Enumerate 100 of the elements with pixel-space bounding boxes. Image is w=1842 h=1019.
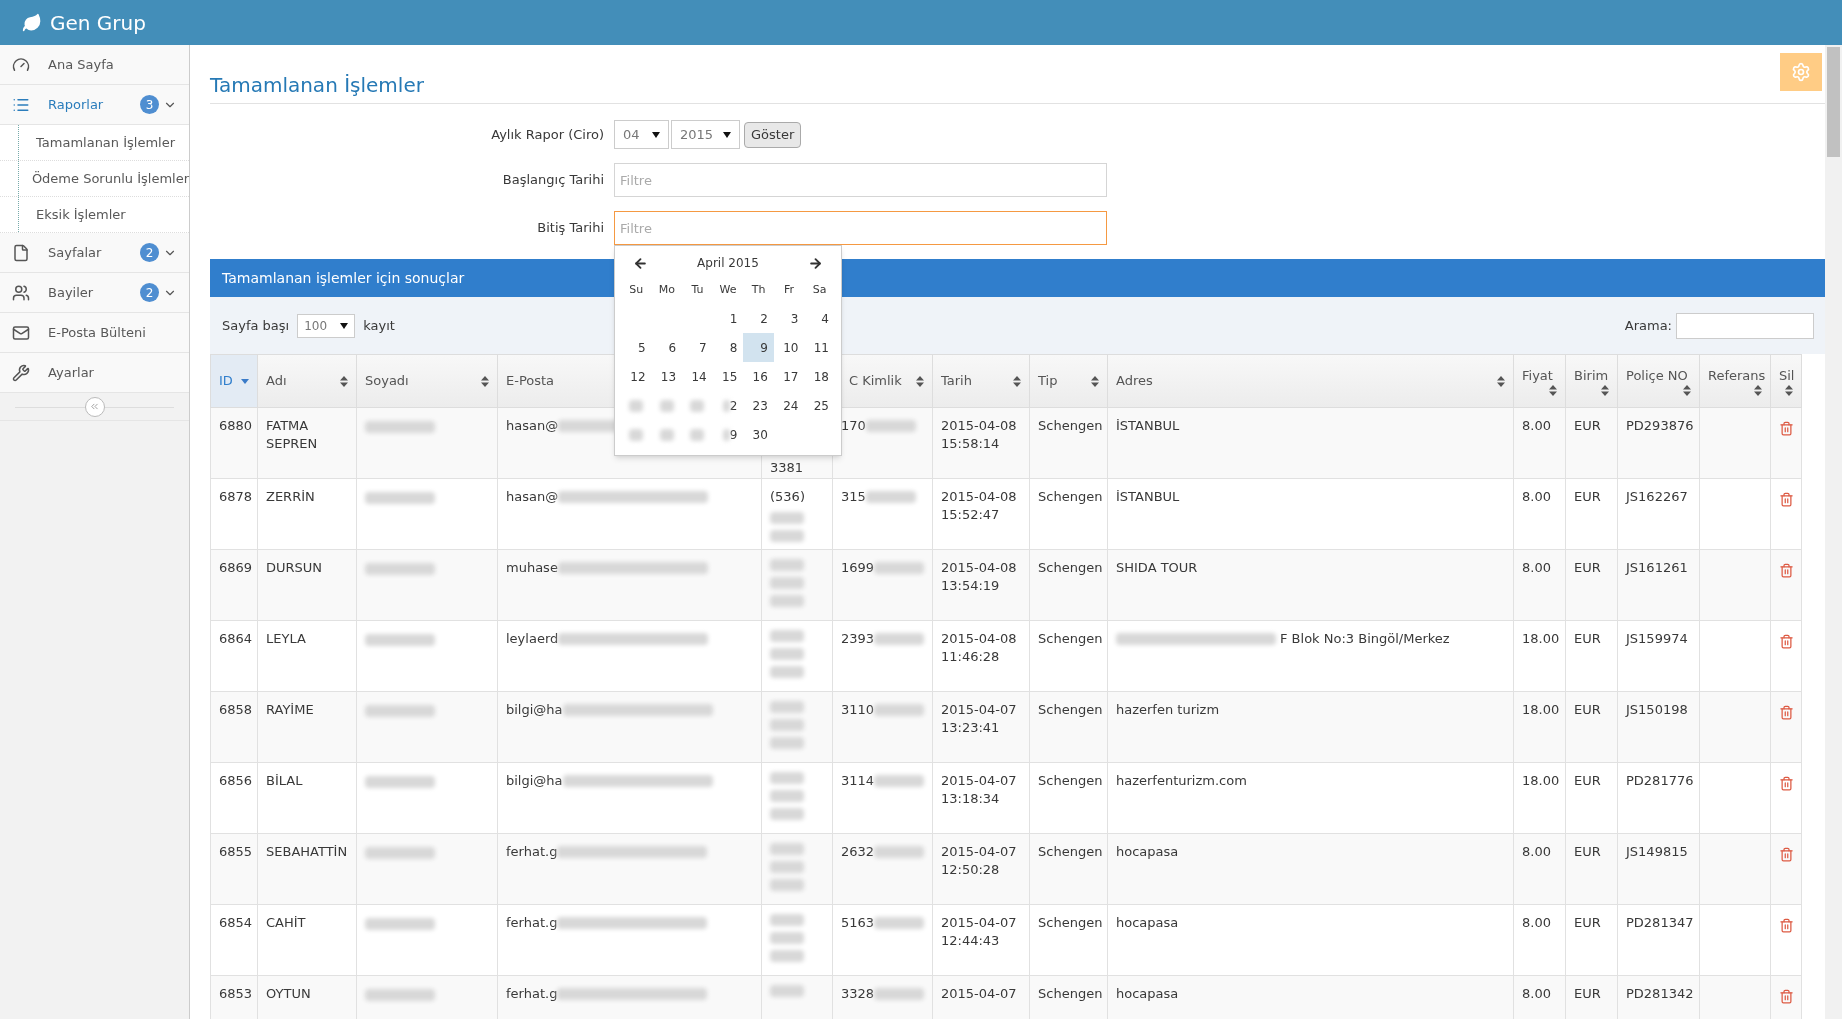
cell-text: İSTANBUL — [1116, 489, 1180, 504]
weekday-label: Th — [750, 282, 767, 298]
file-icon — [12, 243, 30, 262]
cell-text: 8.00 — [1522, 489, 1551, 504]
delete-icon[interactable] — [1778, 563, 1794, 578]
cell-text: ferhat.g — [506, 985, 558, 1003]
cell-text: LEYLA — [266, 631, 306, 646]
cell-text: EUR — [1574, 631, 1601, 646]
weekday-label: We — [718, 282, 738, 298]
month-select[interactable]: 04 — [614, 120, 669, 149]
column-header[interactable]: ID — [210, 354, 258, 408]
cell-text: SHIDA TOUR — [1116, 560, 1198, 575]
cell-text: BİLAL — [266, 773, 303, 788]
calendar-day[interactable]: 9 — [743, 333, 774, 362]
cell-text: 8.00 — [1522, 844, 1551, 859]
delete-icon[interactable] — [1778, 492, 1794, 507]
cell-text: 8.00 — [1522, 560, 1551, 575]
cell-text: EUR — [1574, 773, 1601, 788]
cell-text: Schengen — [1038, 844, 1103, 859]
delete-icon[interactable] — [1778, 705, 1794, 720]
delete-icon[interactable] — [1778, 989, 1794, 1004]
sort-icon — [1601, 385, 1609, 397]
cell-text: hasan@ — [506, 488, 559, 506]
cell-text: F Blok No:3 Bingöl/Merkez — [1280, 630, 1450, 648]
cell-text: DURSUN — [266, 560, 323, 575]
column-header[interactable]: Adres — [1107, 354, 1514, 408]
cell-text: 6864 — [219, 631, 253, 646]
cell-text: EUR — [1574, 560, 1601, 575]
cell-text: 2015-04-08 11:46:28 — [941, 631, 1017, 664]
cell-text: 6869 — [219, 560, 253, 575]
caret-icon — [340, 322, 349, 329]
delete-icon[interactable] — [1778, 918, 1794, 933]
delete-icon[interactable] — [1778, 634, 1794, 649]
cell-text: 3110 — [841, 701, 875, 719]
cell-text: 2015-04-08 15:52:47 — [941, 489, 1017, 522]
column-header[interactable]: Sil — [1770, 354, 1802, 408]
double-chevron-icon — [89, 401, 100, 412]
cell-text: EUR — [1574, 418, 1601, 433]
sort-icon — [340, 375, 348, 387]
sidebar-item[interactable]: Sayfalar 2 — [0, 233, 189, 273]
column-header[interactable]: Poliçe NO — [1617, 354, 1700, 408]
cell-text: JS159974 — [1626, 631, 1688, 646]
cell-text: ferhat.g — [506, 843, 558, 861]
date-field[interactable]: Filtre — [614, 211, 1107, 245]
scrollbar[interactable] — [1825, 45, 1842, 1019]
cell-text: EUR — [1574, 844, 1601, 859]
sort-icon — [1091, 375, 1099, 387]
brand-name: Gen Grup — [50, 9, 146, 37]
cell-text: 18.00 — [1522, 773, 1560, 788]
cell-text: 3381 — [770, 459, 805, 477]
cell-text: 18.00 — [1522, 631, 1560, 646]
show-button[interactable]: Göster — [744, 121, 802, 148]
field-label: Aylık Rapor (Ciro) — [490, 125, 605, 144]
cell-text: EUR — [1574, 986, 1601, 1001]
count-badge: 2 — [140, 283, 159, 302]
cell-text: 2015-04-07 13:18:34 — [941, 773, 1017, 806]
column-header[interactable]: Tip — [1029, 354, 1108, 408]
cell-text: hasan@ — [506, 417, 559, 435]
cell-text: 6878 — [219, 489, 253, 504]
cell-text: (536) — [770, 488, 806, 506]
cell-text: OYTUN — [266, 986, 311, 1001]
sort-icon — [481, 375, 489, 387]
sort-desc-icon — [241, 378, 249, 384]
cell-text: 6858 — [219, 702, 253, 717]
column-header[interactable]: Tarih — [932, 354, 1030, 408]
delete-icon[interactable] — [1778, 776, 1794, 791]
cell-text: EUR — [1574, 915, 1601, 930]
date-field[interactable]: Filtre — [614, 163, 1107, 197]
page-size-select[interactable]: 100 — [297, 313, 356, 338]
cell-text: SEBAHATTİN — [266, 844, 348, 859]
cell-text: EUR — [1574, 702, 1601, 717]
column-header[interactable]: Soyadı — [356, 354, 498, 408]
sidebar-item[interactable]: Ayarlar — [0, 353, 189, 393]
cell-text: hazerfenturizm.com — [1116, 773, 1247, 788]
column-header[interactable]: Fiyat — [1513, 354, 1566, 408]
delete-icon[interactable] — [1778, 421, 1794, 436]
cell-text: 3114 — [841, 772, 875, 790]
sidebar-item[interactable]: Raporlar 3 — [0, 85, 189, 125]
envelope-icon — [12, 323, 30, 342]
month-title[interactable]: April 2015 — [697, 254, 759, 272]
collapse-sidebar-button[interactable] — [84, 396, 105, 417]
cell-text: 2632 — [841, 843, 875, 861]
cell-text: bilgi@ha — [506, 772, 563, 790]
year-select[interactable]: 2015 — [671, 120, 740, 149]
sidebar-item[interactable]: Ana Sayfa — [0, 45, 189, 85]
cell-text: leylaerd — [506, 630, 559, 648]
column-header[interactable]: Adı — [257, 354, 357, 408]
sort-icon — [1497, 375, 1505, 387]
search-field[interactable] — [1676, 312, 1814, 339]
sidebar-item[interactable]: Bayiler 2 — [0, 273, 189, 313]
column-header[interactable]: Birim — [1565, 354, 1618, 408]
cell-text: CAHİT — [266, 915, 306, 930]
cell-text: muhase — [506, 559, 558, 577]
previous-month-icon[interactable] — [633, 255, 648, 271]
delete-icon[interactable] — [1778, 847, 1794, 862]
cell-text: hocapasa — [1116, 915, 1179, 930]
weekday-label: Tu — [690, 282, 705, 298]
next-month-icon[interactable] — [808, 255, 823, 271]
sidebar-item[interactable]: E-Posta Bülteni — [0, 313, 189, 353]
column-header[interactable]: Referans — [1699, 354, 1771, 408]
